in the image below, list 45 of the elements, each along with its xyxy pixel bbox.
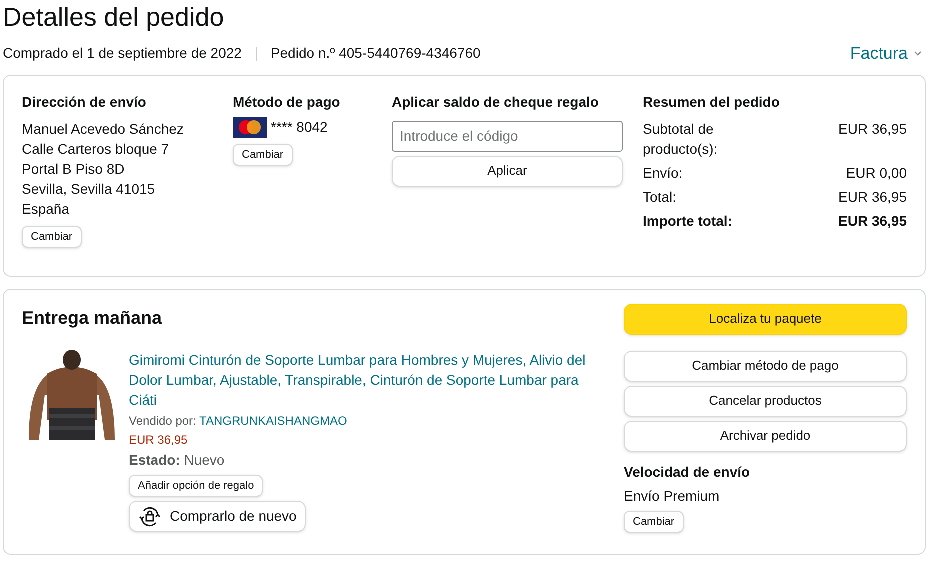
summary-value: EUR 36,95 [838, 212, 907, 230]
chevron-down-icon [914, 50, 922, 57]
change-button[interactable]: Cambiar [22, 226, 82, 248]
gift-code-field[interactable]: Introduce el código [392, 120, 623, 152]
address-line: Manuel Acevedo Sánchez [22, 120, 185, 138]
address-line: España [22, 200, 70, 218]
product-price: EUR 36,95 [129, 432, 189, 448]
condition-value: Nuevo [184, 452, 225, 468]
address-line: Sevilla, Sevilla 41015 [22, 180, 156, 198]
summary-label: Total: [643, 188, 678, 206]
section-heading: Velocidad de envío [624, 462, 752, 482]
section-heading: Dirección de envío [22, 92, 148, 112]
condition-label: Estado: [129, 452, 180, 468]
shipping-speed: Envío Premium [624, 486, 721, 506]
summary-label: Envío: [643, 164, 684, 182]
buy-again-button[interactable]: Comprarlo de nuevo [129, 501, 306, 532]
delivery-heading: Entrega mañana [22, 306, 164, 330]
page-title: Detalles del pedido [3, 1, 226, 33]
section-heading: Aplicar saldo de cheque regalo [392, 92, 600, 112]
summary-label: Subtotal de producto(s): [643, 120, 719, 158]
summary-label: Importe total: [643, 212, 734, 230]
track-package-button[interactable]: Localiza tu paquete [624, 304, 907, 334]
product-title-link[interactable]: Gimiromi Cinturón de Soporte Lumbar para Hombres y Mujeres, Alivio del Dolor Lumbar, Ajustable, Transpirable, Cinturón de Soporte Lumbar para Ciáti [129, 350, 601, 410]
apply-button[interactable]: Aplicar [392, 156, 623, 186]
sold-by-label: Vendido por: [129, 414, 196, 428]
invoice-link[interactable]: Factura [850, 41, 922, 66]
action-button[interactable]: Archivar pedido [624, 420, 907, 452]
card-logo-icon [233, 116, 267, 138]
section-heading: Método de pago [233, 92, 342, 112]
summary-value: EUR 0,00 [846, 164, 907, 182]
action-button[interactable]: Cancelar productos [624, 386, 907, 416]
seller-link[interactable]: TANGRUNKAISHANGMAO [200, 414, 348, 428]
address-line: Calle Carteros bloque 7 [22, 140, 170, 158]
change-button[interactable]: Cambiar [624, 510, 684, 533]
buy-again-icon [138, 506, 162, 528]
summary-value: EUR 36,95 [838, 188, 907, 206]
section-heading: Resumen del pedido [643, 92, 781, 112]
order-date: Comprado el 1 de septiembre de 2022 [3, 44, 242, 64]
change-button[interactable]: Cambiar [233, 144, 293, 166]
action-button[interactable]: Cambiar método de pago [624, 350, 907, 382]
order-number: Pedido n.º 405-5440769-4346760 [270, 44, 481, 64]
gift-option-button[interactable]: Añadir opción de regalo [129, 474, 264, 497]
summary-value: EUR 36,95 [838, 120, 907, 138]
address-line: Portal B Piso 8D [22, 160, 126, 178]
card-number: **** 8042 [271, 118, 328, 136]
